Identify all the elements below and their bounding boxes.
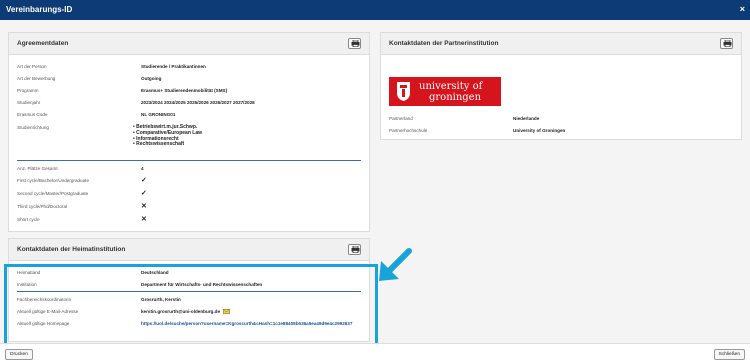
row-value: Outgoing xyxy=(141,76,162,81)
row-label: Partnerland xyxy=(389,116,413,121)
print-home-institution-button[interactable] xyxy=(348,244,361,255)
places-value: 4 xyxy=(141,166,144,171)
university-logo: university of groningen xyxy=(389,77,501,106)
close-icon[interactable]: × xyxy=(740,4,745,14)
check-icon: ✓ xyxy=(141,190,147,197)
row-value: University of Groningen xyxy=(513,128,566,133)
agreement-panel: Agreementdaten Art der Person Studierend… xyxy=(8,32,370,232)
row-label: Second cycle/Master/Postgraduate xyxy=(17,191,89,196)
partner-panel-title: Kontaktdaten der Partnerinstitution xyxy=(389,40,499,47)
printer-icon xyxy=(351,40,360,47)
row-label: Erasmus Code xyxy=(17,112,48,117)
printer-icon xyxy=(723,40,732,47)
arrow-icon xyxy=(379,248,412,281)
partner-panel-header: Kontaktdaten der Partnerinstitution xyxy=(381,33,741,55)
dialog-footer: Drucken Schließen xyxy=(0,343,750,363)
print-partner-button[interactable] xyxy=(720,38,733,49)
agreement-panel-title: Agreementdaten xyxy=(17,40,69,47)
list-item: Rechtswissenschaft xyxy=(133,142,202,148)
row-label: Art der Bewerbung xyxy=(17,76,56,81)
row-label: Third cycle/Phd/Doctoral xyxy=(17,204,68,209)
dialog-content: Agreementdaten Art der Person Studierend… xyxy=(0,20,750,362)
logo-text-line1: university of xyxy=(419,81,483,92)
divider xyxy=(17,160,361,161)
row-label: First cycle/Bachelor/Undergraduate xyxy=(17,178,90,183)
row-value: NL GRONING01 xyxy=(141,112,176,117)
partner-panel: Kontaktdaten der Partnerinstitution univ… xyxy=(380,32,742,140)
row-label: Short cycle xyxy=(17,217,40,222)
crest-icon xyxy=(397,82,410,101)
row-label: Art der Person xyxy=(17,64,47,69)
cross-icon: ✕ xyxy=(141,203,147,210)
row-value: Studierende / Praktikantinnen xyxy=(141,64,206,69)
row-label: Programm xyxy=(17,88,39,93)
row-label: Studienjahr xyxy=(17,100,41,105)
cross-icon: ✕ xyxy=(141,216,147,223)
row-value: Niederlande xyxy=(513,116,540,121)
row-label: Partnerhochschule xyxy=(389,128,428,133)
dialog-titlebar: Vereinbarungs-ID × xyxy=(0,0,750,20)
close-button[interactable]: Schließen xyxy=(713,349,745,360)
print-agreement-button[interactable] xyxy=(348,38,361,49)
home-institution-panel-title: Kontaktdaten der Heimatinstitution xyxy=(17,246,126,253)
print-button[interactable]: Drucken xyxy=(5,349,33,360)
row-label: Studienrichtung xyxy=(17,125,49,130)
check-icon: ✓ xyxy=(141,177,147,184)
agreement-panel-header: Agreementdaten xyxy=(9,33,369,55)
study-fields-list: Betriebswirt.m.jur.Schwp. Comparative/Eu… xyxy=(133,124,202,148)
dialog-title: Vereinbarungs-ID xyxy=(6,5,73,14)
home-institution-panel-header: Kontaktdaten der Heimatinstitution xyxy=(9,239,369,261)
logo-text-line2: groningen xyxy=(429,92,482,103)
printer-icon xyxy=(351,246,360,253)
row-value: 2023/2024 2024/2025 2025/2026 2026/2027 … xyxy=(141,100,255,105)
row-label: Anz. Plätze Gesamt xyxy=(17,166,58,171)
row-value: Erasmus+ Studierendenmobilität (SMS) xyxy=(141,88,228,93)
